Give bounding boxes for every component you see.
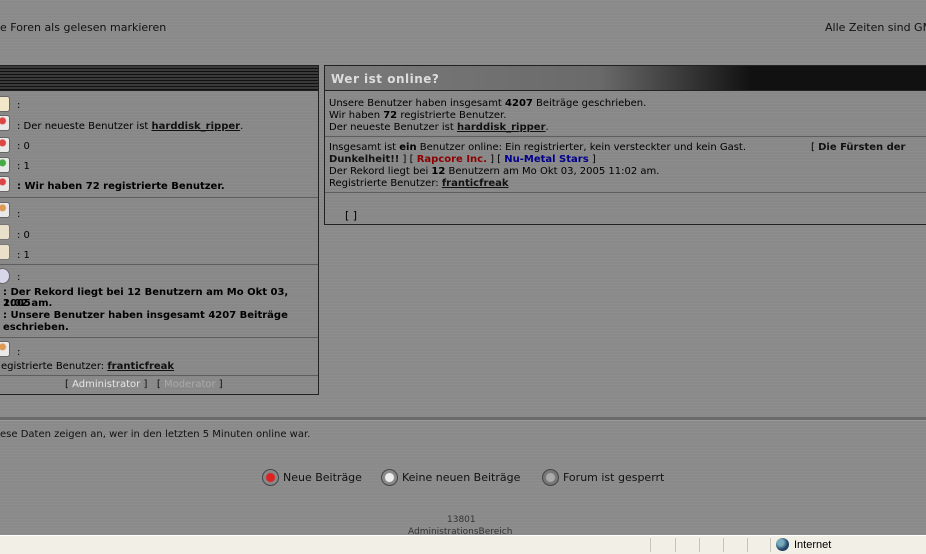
stats-row: :	[17, 100, 21, 111]
security-zone-label: Internet	[794, 539, 832, 551]
divider	[0, 197, 318, 198]
group-legend-start: [ Die Fürsten der	[811, 142, 905, 153]
posts-total-row: : Unsere Benutzer haben insgesamt 4207 B…	[3, 310, 288, 321]
globe-icon	[776, 538, 789, 551]
text: registrierte Benutzer.	[397, 110, 507, 121]
legend-no-new-posts: Keine neuen Beiträge	[402, 471, 521, 484]
text: Insgesamt ist	[329, 142, 400, 153]
stats-panel: : : Der neueste Benutzer ist harddisk_ri…	[0, 65, 319, 395]
user-icon	[0, 176, 10, 192]
text: Benutzer online: Ein registrierter, kein…	[416, 142, 747, 153]
bracket: ] [	[486, 154, 505, 165]
posts-count: 4207	[505, 98, 533, 109]
online-note: ese Daten zeigen an, wer in den letzten …	[0, 429, 311, 440]
status-divider	[675, 538, 676, 552]
group-legend: Dunkelheit!! ] [ Rapcore Inc. ] [ Nu-Met…	[329, 154, 596, 165]
text: ein	[399, 142, 417, 153]
post-icon	[0, 224, 10, 240]
text: Beiträge geschrieben.	[532, 98, 647, 109]
record-row-cont: 1:02 am.	[3, 298, 53, 309]
user-icon	[0, 115, 10, 131]
who-is-online-header: Wer ist online?	[325, 66, 926, 91]
newest-user-suffix: .	[240, 121, 244, 132]
group-link-3[interactable]: Nu-Metal Stars	[504, 154, 588, 165]
newest-user-row: : Der neueste Benutzer ist harddisk_ripp…	[17, 121, 243, 132]
record-count: 12	[431, 166, 446, 177]
forum-locked-icon	[542, 469, 559, 486]
role-legend: [ Administrator ] [ Moderator ]	[65, 379, 223, 390]
who-is-online-title: Wer ist online?	[331, 72, 440, 86]
posts-total-line: Unsere Benutzer haben insgesamt 4207 Bei…	[329, 98, 646, 109]
group-link-2[interactable]: Rapcore Inc.	[417, 154, 487, 165]
stats-row: : 1	[17, 161, 30, 172]
no-new-posts-icon	[381, 469, 398, 486]
user-icon	[0, 202, 10, 218]
new-posts-icon	[262, 469, 279, 486]
newest-user-link[interactable]: harddisk_ripper	[457, 122, 546, 133]
registered-count: 72	[383, 110, 398, 121]
stats-row: : 0	[17, 141, 30, 152]
stats-icon	[0, 96, 10, 112]
registered-count-line: Wir haben 72 registrierte Benutzer.	[329, 110, 506, 121]
stats-row: :	[17, 272, 21, 283]
stats-row: :	[17, 347, 21, 358]
who-is-online-panel: Wer ist online? Unsere Benutzer haben in…	[324, 65, 926, 225]
text: Registrierte Benutzer:	[329, 178, 442, 189]
legend-new-posts: Neue Beiträge	[283, 471, 362, 484]
timezone-text: Alle Zeiten sind GM	[825, 21, 926, 34]
divider	[0, 375, 318, 376]
registered-online-prefix: egistrierte Benutzer:	[1, 361, 108, 372]
newest-user-prefix: : Der neueste Benutzer ist	[17, 121, 152, 132]
newest-user-line: Der neueste Benutzer ist harddisk_ripper…	[329, 122, 549, 133]
user-icon	[0, 157, 10, 173]
bracket: ]	[588, 154, 596, 165]
record-line: Der Rekord liegt bei 12 Benutzern am Mo …	[329, 166, 659, 177]
legend-forum-locked: Forum ist gesperrt	[563, 471, 665, 484]
role-moderator: Moderator	[163, 379, 216, 390]
registered-online-row: egistrierte Benutzer: franticfreak	[1, 361, 174, 372]
stats-panel-header	[0, 66, 318, 91]
record-icon	[0, 268, 10, 284]
text: Benutzern am Mo Okt 03, 2005 11:02 am.	[445, 166, 660, 177]
empty-brackets: [ ]	[345, 209, 358, 222]
online-user-link[interactable]: franticfreak	[442, 178, 509, 189]
stats-row: : 0	[17, 230, 30, 241]
role-admin: Administrator	[72, 379, 141, 390]
counter: 13801	[447, 515, 476, 525]
text: .	[545, 122, 549, 133]
bracket: ] [	[399, 154, 417, 165]
group-link-1-cont[interactable]: Dunkelheit!!	[329, 154, 399, 165]
stats-row: : 1	[17, 250, 30, 261]
posts-total-row-cont: eschrieben.	[3, 322, 69, 333]
browser-status-bar: Internet	[0, 535, 926, 554]
text: Der neueste Benutzer ist	[329, 122, 457, 133]
divider	[0, 337, 318, 338]
status-divider	[747, 538, 748, 552]
newest-user-link[interactable]: harddisk_ripper	[152, 121, 241, 132]
footer-divider	[0, 417, 926, 421]
text: Wir haben	[329, 110, 384, 121]
text: Unsere Benutzer haben insgesamt	[329, 98, 506, 109]
status-divider	[699, 538, 700, 552]
divider	[0, 264, 318, 265]
registered-online-line: Registrierte Benutzer: franticfreak	[329, 178, 509, 189]
registered-users-row: : Wir haben 72 registrierte Benutzer.	[17, 181, 225, 192]
user-icon	[0, 137, 10, 153]
online-user-link[interactable]: franticfreak	[107, 361, 174, 372]
divider	[325, 192, 926, 193]
text: Der Rekord liegt bei	[329, 166, 432, 177]
post-icon	[0, 244, 10, 260]
mark-forums-read-link[interactable]: e Foren als gelesen markieren	[0, 21, 166, 34]
group-link-1[interactable]: Die Fürsten der	[818, 142, 905, 153]
stats-row: :	[17, 209, 21, 220]
divider	[325, 136, 926, 137]
status-divider	[770, 538, 771, 552]
user-icon	[0, 341, 10, 357]
online-summary-line: Insgesamt ist ein Benutzer online: Ein r…	[329, 142, 746, 153]
status-divider	[650, 538, 651, 552]
status-divider	[723, 538, 724, 552]
